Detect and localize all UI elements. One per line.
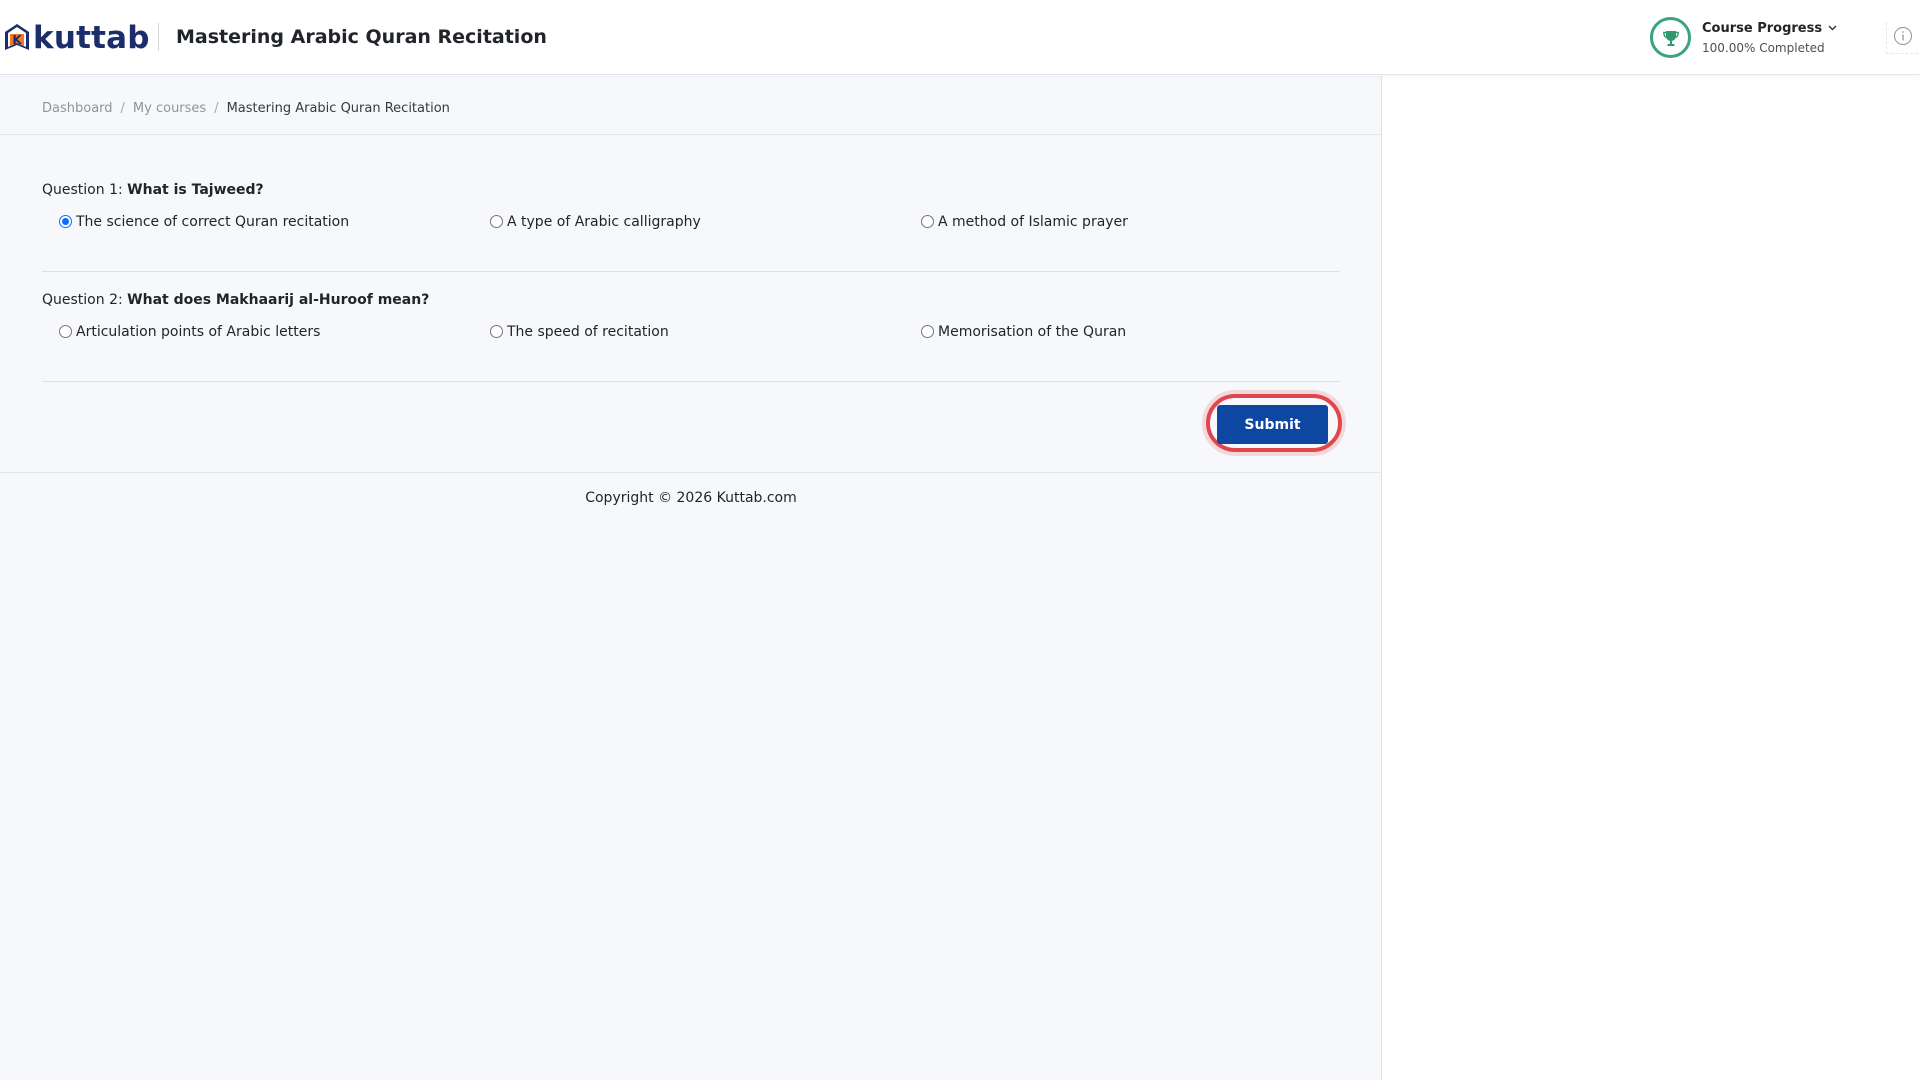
right-side-panel — [1383, 76, 1920, 1080]
radio-button[interactable] — [59, 324, 72, 338]
breadcrumb-separator: / — [120, 101, 125, 116]
radio-button-checked[interactable] — [59, 214, 72, 228]
question-2-prefix: Question 2: — [42, 292, 123, 308]
radio-button[interactable] — [490, 214, 503, 228]
breadcrumb-separator: / — [214, 101, 219, 116]
radio-button[interactable] — [921, 214, 934, 228]
option-label: The science of correct Quran recitation — [76, 214, 350, 230]
question-1-prefix: Question 1: — [42, 182, 123, 198]
question-divider — [42, 271, 1340, 272]
question-1-option-3[interactable]: A method of Islamic prayer — [921, 214, 1128, 230]
submit-button[interactable]: Submit — [1217, 405, 1328, 444]
radio-button[interactable] — [490, 324, 503, 338]
question-2-title: What does Makhaarij al-Huroof mean? — [127, 292, 430, 308]
footer-copyright: Copyright © 2026 Kuttab.com — [585, 490, 797, 506]
breadcrumb: Dashboard / My courses / Mastering Arabi… — [42, 101, 450, 116]
option-label: A method of Islamic prayer — [938, 214, 1128, 230]
question-1-text: Question 1: What is Tajweed? — [42, 182, 1340, 198]
question-2-option-1[interactable]: Articulation points of Arabic letters — [59, 324, 320, 340]
kuttab-logo[interactable]: K kuttab — [2, 18, 150, 58]
logo-text: kuttab — [33, 19, 150, 56]
course-progress-value: 100.00% Completed — [1702, 40, 1825, 55]
radio-button[interactable] — [921, 324, 934, 338]
question-2-option-3[interactable]: Memorisation of the Quran — [921, 324, 1126, 340]
course-progress-label: Course Progress — [1702, 20, 1823, 36]
question-2: Question 2: What does Makhaarij al-Huroo… — [42, 292, 1340, 348]
breadcrumb-dashboard[interactable]: Dashboard — [42, 101, 113, 116]
breadcrumb-my-courses[interactable]: My courses — [133, 101, 206, 116]
option-label: Memorisation of the Quran — [938, 324, 1127, 340]
footer-divider — [0, 472, 1382, 473]
option-label: The speed of recitation — [507, 324, 669, 340]
progress-ring — [1650, 17, 1691, 58]
logo-badge-letter: K — [12, 33, 22, 47]
option-label: Articulation points of Arabic letters — [76, 324, 321, 340]
chevron-down-icon — [1828, 23, 1837, 34]
logo-book-icon: K — [2, 22, 32, 54]
header-divider — [158, 23, 159, 51]
top-header: K kuttab Mastering Arabic Quran Recitati… — [0, 0, 1920, 75]
trophy-icon — [1655, 22, 1686, 53]
course-title: Mastering Arabic Quran Recitation — [176, 26, 547, 48]
main-content: Dashboard / My courses / Mastering Arabi… — [0, 76, 1382, 1080]
breadcrumb-current: Mastering Arabic Quran Recitation — [226, 101, 450, 116]
question-1: Question 1: What is Tajweed? The science… — [42, 182, 1340, 238]
info-icon — [1893, 26, 1913, 50]
question-1-option-1[interactable]: The science of correct Quran recitation — [59, 214, 349, 230]
question-2-text: Question 2: What does Makhaarij al-Huroo… — [42, 292, 1340, 308]
option-label: A type of Arabic calligraphy — [507, 214, 701, 230]
question-2-options: Articulation points of Arabic letters Th… — [42, 324, 1340, 348]
question-divider — [42, 381, 1340, 382]
question-1-option-2[interactable]: A type of Arabic calligraphy — [490, 214, 701, 230]
question-1-options: The science of correct Quran recitation … — [42, 214, 1340, 238]
breadcrumb-divider — [0, 134, 1382, 135]
course-progress-dropdown[interactable]: Course Progress 100.00% Completed — [1650, 17, 1837, 58]
info-button[interactable] — [1886, 22, 1918, 54]
question-1-title: What is Tajweed? — [127, 182, 264, 198]
question-2-option-2[interactable]: The speed of recitation — [490, 324, 669, 340]
